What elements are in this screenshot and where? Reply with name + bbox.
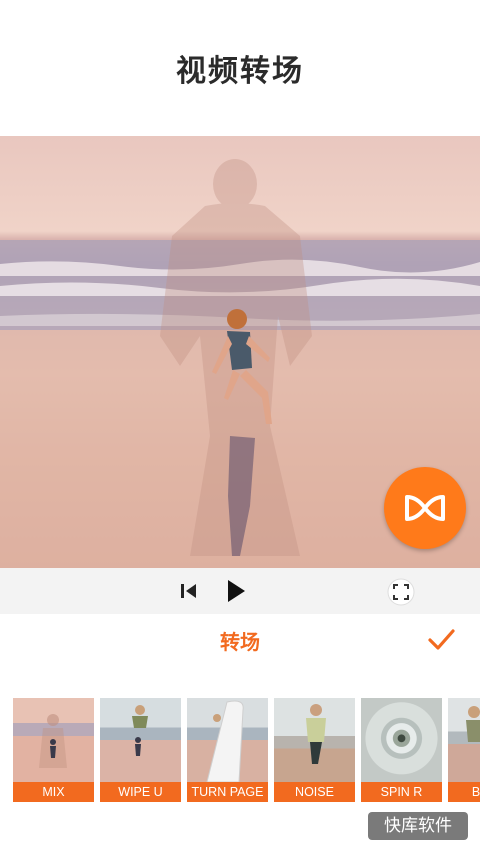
thumbnail (187, 698, 268, 782)
section-title: 转场 (220, 630, 260, 654)
thumbnail (100, 698, 181, 782)
fullscreen-icon[interactable] (387, 578, 415, 606)
transition-label: BLUR (448, 782, 480, 802)
player-controls (0, 568, 480, 614)
transition-label: WIPE U (100, 782, 181, 802)
transition-item-mix[interactable]: MIX (13, 698, 94, 802)
transition-label: TURN PAGE (187, 782, 268, 802)
thumbnail (448, 698, 480, 782)
thumbnail (13, 698, 94, 782)
page-title: 视频转场 (176, 54, 304, 89)
transition-item-spin-r[interactable]: SPIN R (361, 698, 442, 802)
header: 视频转场 (0, 0, 480, 136)
confirm-button[interactable] (424, 622, 458, 656)
skip-previous-icon[interactable] (180, 583, 198, 599)
transition-bowtie-icon (405, 495, 445, 521)
thumbnail (361, 698, 442, 782)
play-icon[interactable] (226, 579, 246, 603)
transition-label: MIX (13, 782, 94, 802)
transition-label: SPIN R (361, 782, 442, 802)
check-icon (428, 629, 455, 650)
transition-label: NOISE (274, 782, 355, 802)
transition-item-turn-page[interactable]: TURN PAGE (187, 698, 268, 802)
transition-section-header: 转场 (0, 614, 480, 672)
transition-item-wipe-u[interactable]: WIPE U (100, 698, 181, 802)
watermark: 快库软件 (368, 812, 468, 840)
transition-item-noise[interactable]: NOISE (274, 698, 355, 802)
thumbnail (274, 698, 355, 782)
transition-button[interactable] (384, 467, 466, 549)
transition-item-blur[interactable]: BLUR (448, 698, 480, 802)
